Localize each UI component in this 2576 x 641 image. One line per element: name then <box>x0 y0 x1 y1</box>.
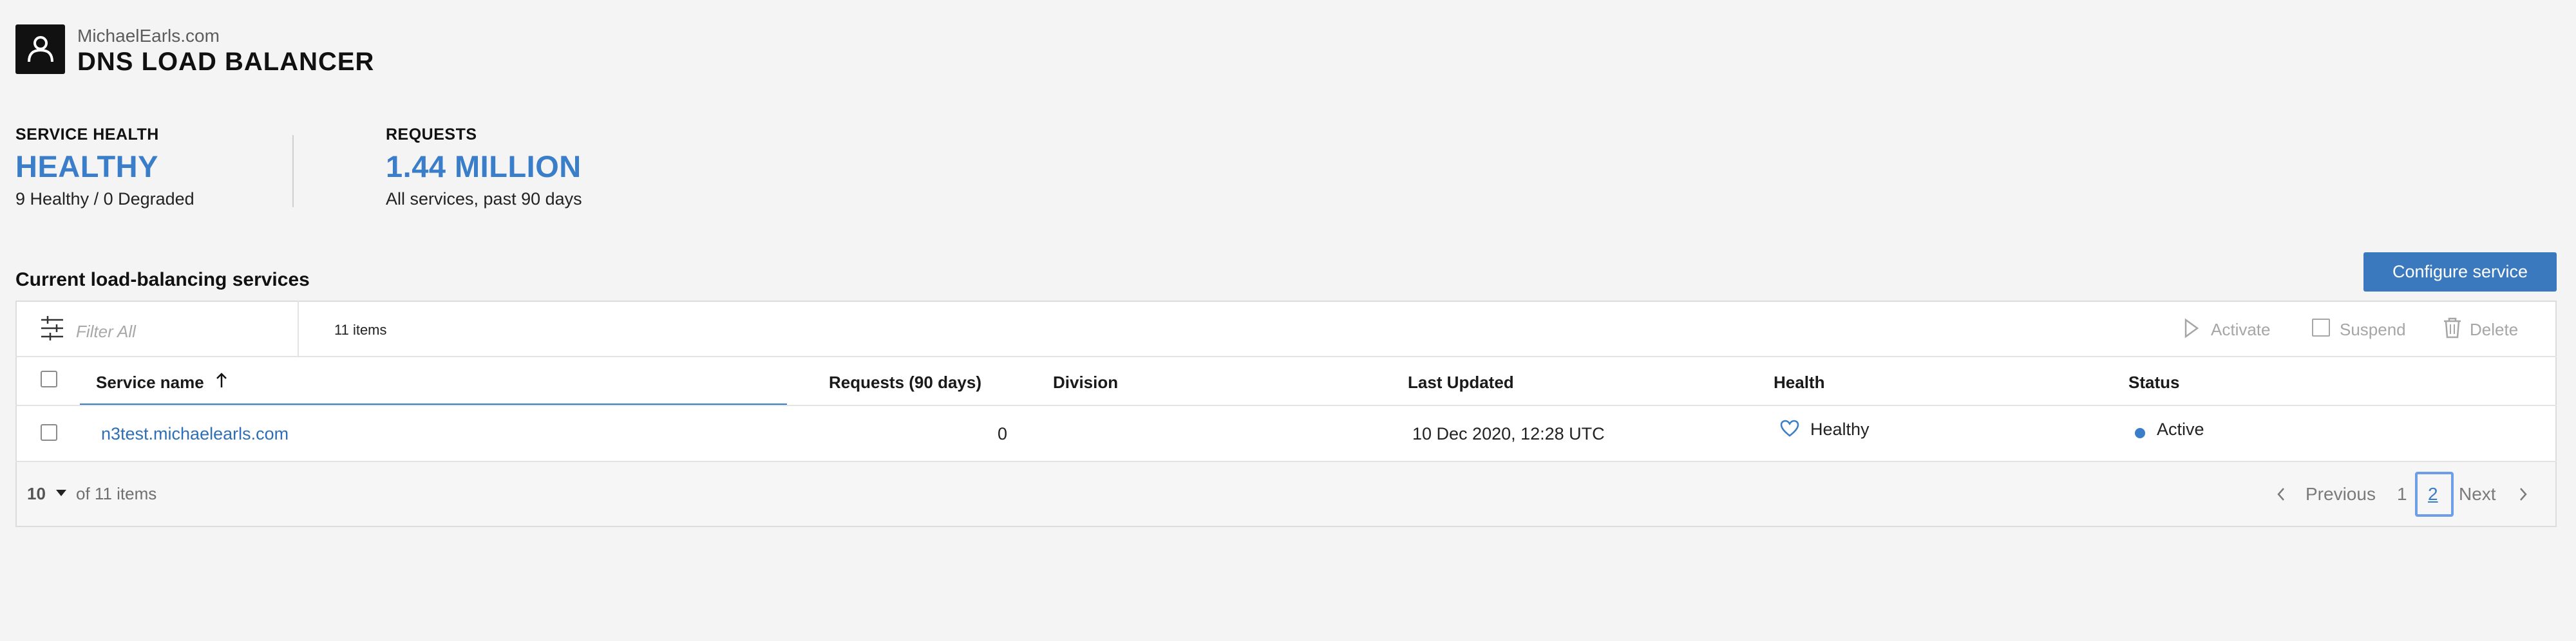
page-size-select[interactable]: 10 <box>27 484 46 504</box>
toolbar-divider <box>298 301 299 357</box>
suspend-square-icon <box>2312 319 2330 337</box>
next-page-button[interactable]: Next <box>2459 484 2496 505</box>
select-all-checkbox[interactable] <box>41 371 57 387</box>
service-name-link[interactable]: n3test.michaelearls.com <box>101 424 289 444</box>
toolbar-border <box>15 356 2557 357</box>
suspend-button[interactable]: Suspend <box>2340 320 2406 340</box>
summary-divider <box>292 135 294 207</box>
requests-label: REQUESTS <box>386 125 477 144</box>
table-footer <box>17 462 2555 526</box>
column-header-last-updated[interactable]: Last Updated <box>1408 373 1514 393</box>
app-logo <box>15 24 65 74</box>
requests-sub: All services, past 90 days <box>386 189 582 209</box>
app-title: DNS LOAD BALANCER <box>77 48 375 76</box>
service-health-value: HEALTHY <box>15 149 158 183</box>
heart-icon <box>1780 420 1799 437</box>
items-count: 11 items <box>334 322 387 338</box>
status-cell: Active <box>2157 420 2204 439</box>
row-border <box>15 461 2557 462</box>
service-health-sub: 9 Healthy / 0 Degraded <box>15 189 194 209</box>
caret-down-icon[interactable] <box>55 489 67 497</box>
page-2-button[interactable]: 2 <box>2428 484 2438 505</box>
requests-cell: 0 <box>997 424 1007 443</box>
chevron-right-icon[interactable] <box>2518 487 2528 502</box>
sort-ascending-arrow-icon[interactable] <box>215 372 228 389</box>
column-header-service-name[interactable]: Service name <box>96 373 204 393</box>
header-row-border <box>15 405 2557 406</box>
delete-button[interactable]: Delete <box>2470 320 2518 340</box>
column-header-requests[interactable]: Requests (90 days) <box>829 373 981 393</box>
requests-value: 1.44 MILLION <box>386 149 582 183</box>
user-icon <box>28 36 53 62</box>
filter-sliders-icon[interactable] <box>40 315 64 342</box>
play-icon <box>2184 318 2199 339</box>
row-checkbox[interactable] <box>41 424 57 441</box>
chevron-left-icon[interactable] <box>2276 487 2286 502</box>
column-header-health[interactable]: Health <box>1774 373 1824 393</box>
service-health-label: SERVICE HEALTH <box>15 125 159 144</box>
section-title: Current load-balancing services <box>15 269 310 290</box>
filter-input[interactable]: Filter All <box>76 322 136 342</box>
status-dot-icon <box>2135 428 2145 438</box>
column-header-division[interactable]: Division <box>1053 373 1118 393</box>
activate-button[interactable]: Activate <box>2211 320 2271 340</box>
column-header-status[interactable]: Status <box>2128 373 2179 393</box>
previous-page-button[interactable]: Previous <box>2306 484 2376 505</box>
configure-service-button[interactable]: Configure service <box>2363 252 2557 292</box>
org-name: MichaelEarls.com <box>77 26 220 46</box>
page-1-button[interactable]: 1 <box>2397 484 2407 505</box>
last-updated-cell: 10 Dec 2020, 12:28 UTC <box>1412 424 1605 443</box>
health-cell: Healthy <box>1810 420 1870 439</box>
total-items-label: of 11 items <box>76 484 157 503</box>
trash-icon <box>2444 317 2461 339</box>
